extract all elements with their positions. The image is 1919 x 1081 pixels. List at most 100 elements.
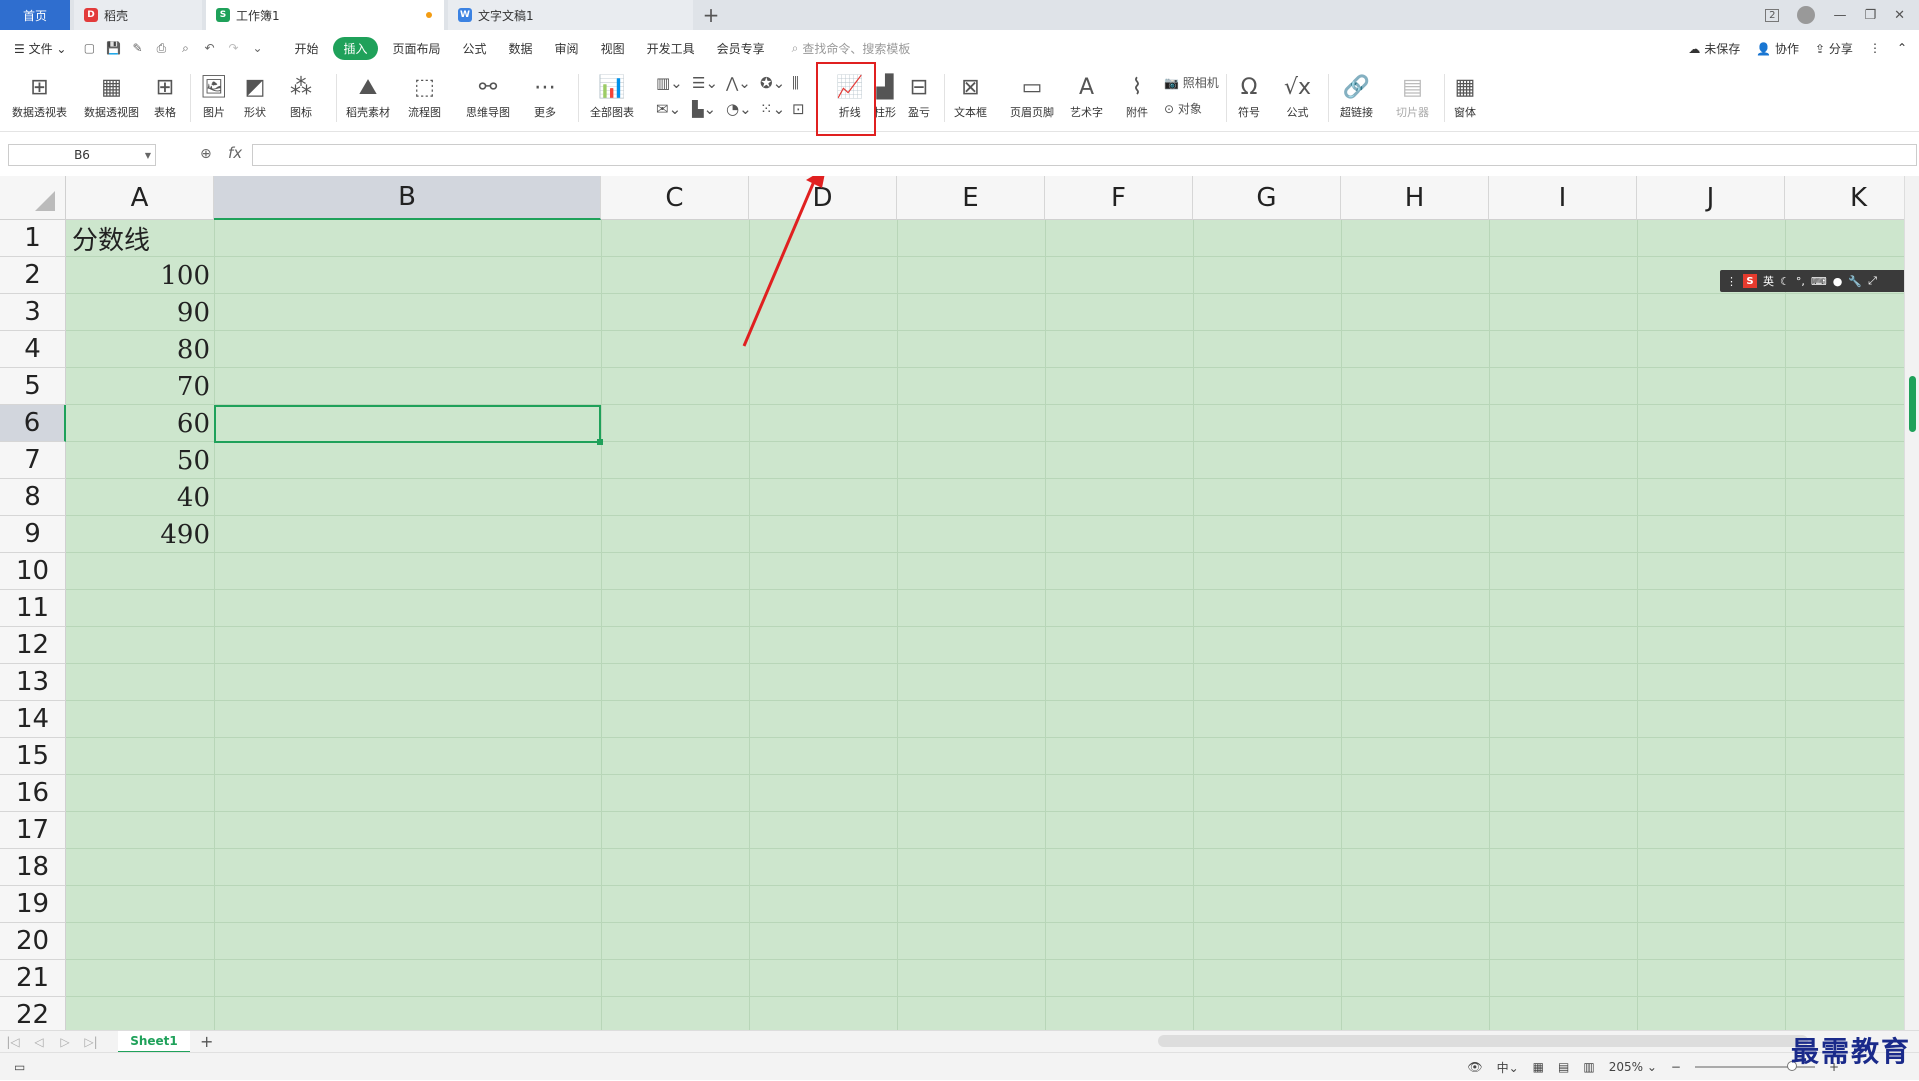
unsaved-status[interactable]: ☁ 未保存 — [1688, 40, 1740, 57]
formula-button[interactable]: √x 公式 — [1284, 70, 1311, 120]
all-charts-button[interactable]: 📊 全部图表 — [590, 70, 634, 120]
name-box-dropdown-icon[interactable]: ▼ — [145, 151, 151, 160]
format-painter-icon[interactable]: ✎ — [127, 40, 147, 56]
map-chart-small-icon[interactable]: ✉⌄ — [656, 100, 681, 118]
quick-access-more-icon[interactable]: ⌄ — [247, 40, 267, 56]
eye-protection-icon[interactable]: 👁 — [1467, 1060, 1482, 1074]
undo-icon[interactable]: ↶ — [199, 40, 219, 56]
punctuation-icon[interactable]: °, — [1796, 275, 1805, 288]
more-options-icon[interactable]: ⋮ — [1869, 41, 1881, 55]
tab-home[interactable]: 首页 — [0, 0, 70, 30]
page-break-view-icon[interactable]: ▥ — [1583, 1060, 1594, 1074]
picture-button[interactable]: 🖼 图片 — [200, 70, 228, 120]
header-footer-button[interactable]: ▭ 页眉页脚 — [1010, 70, 1054, 120]
moon-icon[interactable]: ☾ — [1780, 275, 1790, 288]
first-sheet-icon[interactable]: |◁ — [0, 1035, 26, 1049]
user-icon[interactable]: ● — [1833, 275, 1843, 288]
keyboard-icon[interactable]: ⌨ — [1811, 275, 1827, 288]
zoom-out-icon[interactable]: − — [1671, 1060, 1681, 1074]
zoom-formula-icon[interactable]: ⊕ — [200, 146, 212, 162]
ime-toolbar[interactable]: ⋮ S 英 ☾ °, ⌨ ● 🔧 ⤢ — [1720, 270, 1906, 292]
textbox-button[interactable]: ⊠ 文本框 — [954, 70, 987, 120]
tab-docer[interactable]: D 稻壳 — [74, 0, 202, 30]
new-tab-button[interactable]: + — [693, 0, 729, 30]
last-sheet-icon[interactable]: ▷| — [78, 1035, 104, 1049]
menu-formulas[interactable]: 公式 — [452, 40, 498, 57]
spreadsheet-grid[interactable]: A B C D E F G H I J K 1 2 3 4 5 6 7 8 9 … — [0, 176, 1904, 1030]
menu-developer[interactable]: 开发工具 — [636, 40, 706, 57]
wrench-icon[interactable]: 🔧 — [1848, 275, 1862, 288]
wordart-button[interactable]: A 艺术字 — [1070, 70, 1103, 120]
area-chart-small-icon[interactable]: ⋀⌄ — [726, 74, 751, 92]
window-count-badge[interactable]: 2 — [1765, 8, 1780, 22]
menu-page-layout[interactable]: 页面布局 — [382, 40, 452, 57]
menu-home[interactable]: 开始 — [283, 40, 329, 57]
other-chart-small-icon[interactable]: ⊡ — [792, 100, 805, 118]
pivot-chart-button[interactable]: ▦ 数据透视图 — [84, 70, 139, 120]
pie-chart-small-icon[interactable]: ◔⌄ — [726, 100, 752, 118]
command-search[interactable]: ⌕ 查找命令、搜索模板 — [792, 40, 911, 57]
hyperlink-button[interactable]: 🔗 超链接 — [1340, 70, 1373, 120]
stock-chart-small-icon[interactable]: ⫼ — [792, 74, 799, 92]
menu-insert[interactable]: 插入 — [333, 36, 378, 60]
shape-button[interactable]: ◩ 形状 — [244, 70, 266, 120]
avatar[interactable] — [1797, 6, 1816, 24]
normal-view-icon[interactable]: ▦ — [1533, 1060, 1544, 1074]
menu-member[interactable]: 会员专享 — [706, 40, 776, 57]
macro-record-icon[interactable]: ▭ — [14, 1060, 25, 1074]
icon-button[interactable]: ⁂ 图标 — [290, 70, 312, 120]
slicer-button[interactable]: ▤ 切片器 — [1396, 70, 1429, 120]
flowchart-button[interactable]: ⬚ 流程图 — [408, 70, 441, 120]
ime-logo[interactable]: S — [1743, 274, 1757, 288]
object-button[interactable]: ⊙ 对象 — [1164, 100, 1202, 117]
tab-workbook[interactable]: S 工作簿1 — [206, 0, 444, 30]
winloss-sparkline-button[interactable]: ⊟ 盈亏 — [908, 70, 930, 120]
combo-chart-small-icon[interactable]: ▙⌄ — [692, 100, 716, 118]
add-sheet-button[interactable]: + — [200, 1032, 213, 1051]
restore-icon[interactable]: ❐ — [1864, 8, 1876, 23]
print-icon[interactable]: ⎙ — [151, 40, 171, 56]
close-icon[interactable]: ✕ — [1894, 8, 1905, 23]
more-button[interactable]: ⋯ 更多 — [534, 70, 556, 120]
menu-view[interactable]: 视图 — [590, 40, 636, 57]
fx-button[interactable]: fx — [228, 144, 242, 162]
file-menu[interactable]: ☰ 文件 ⌄ — [0, 40, 77, 57]
formula-input[interactable] — [252, 144, 1917, 166]
radar-chart-small-icon[interactable]: ✪⌄ — [760, 74, 785, 92]
menu-data[interactable]: 数据 — [498, 40, 544, 57]
save-icon[interactable]: 💾 — [103, 40, 123, 56]
vertical-scrollbar[interactable] — [1904, 176, 1919, 1030]
bar-chart-small-icon[interactable]: ☰⌄ — [692, 74, 718, 92]
sheet-tab-sheet1[interactable]: Sheet1 — [118, 1030, 190, 1053]
vertical-scroll-thumb[interactable] — [1909, 376, 1916, 432]
input-method-icon[interactable]: 中⌄ — [1497, 1059, 1519, 1076]
page-layout-view-icon[interactable]: ▤ — [1558, 1060, 1569, 1074]
symbol-button[interactable]: Ω 符号 — [1238, 70, 1260, 120]
window-form-button[interactable]: ▦ 窗体 — [1454, 70, 1476, 120]
scatter-chart-small-icon[interactable]: ⁙⌄ — [760, 100, 785, 118]
menu-review[interactable]: 审阅 — [544, 40, 590, 57]
new-file-icon[interactable]: ▢ — [79, 40, 99, 56]
zoom-level[interactable]: 205% ⌄ — [1609, 1060, 1657, 1074]
redo-icon[interactable]: ↷ — [223, 40, 243, 56]
docer-material-button[interactable]: ⛰ 稻壳素材 — [346, 70, 390, 120]
column-chart-small-icon[interactable]: ▥⌄ — [656, 74, 683, 92]
collapse-ribbon-icon[interactable]: ⌃ — [1897, 41, 1907, 55]
attachment-button[interactable]: ⌇ 附件 — [1126, 70, 1148, 120]
print-preview-icon[interactable]: ⌕ — [175, 40, 195, 56]
prev-sheet-icon[interactable]: ◁ — [26, 1035, 52, 1049]
pivot-table-button[interactable]: ⊞ 数据透视表 — [12, 70, 67, 120]
minimize-icon[interactable]: — — [1833, 8, 1846, 23]
table-button[interactable]: ⊞ 表格 — [154, 70, 176, 120]
camera-button[interactable]: 📷 照相机 — [1164, 74, 1219, 91]
column-sparkline-button[interactable]: ▟ 柱形 — [874, 70, 896, 120]
mindmap-button[interactable]: ⚯ 思维导图 — [466, 70, 510, 120]
tab-document[interactable]: W 文字文稿1 — [448, 0, 693, 30]
name-box[interactable]: B6 ▼ — [8, 144, 156, 166]
share-button[interactable]: ⇪ 分享 — [1815, 40, 1853, 57]
collab-button[interactable]: 👤 协作 — [1756, 40, 1799, 57]
ime-mode[interactable]: 英 — [1763, 273, 1774, 289]
horizontal-scrollbar[interactable] — [1158, 1035, 1808, 1047]
expand-icon[interactable]: ⤢ — [1868, 274, 1877, 288]
next-sheet-icon[interactable]: ▷ — [52, 1035, 78, 1049]
